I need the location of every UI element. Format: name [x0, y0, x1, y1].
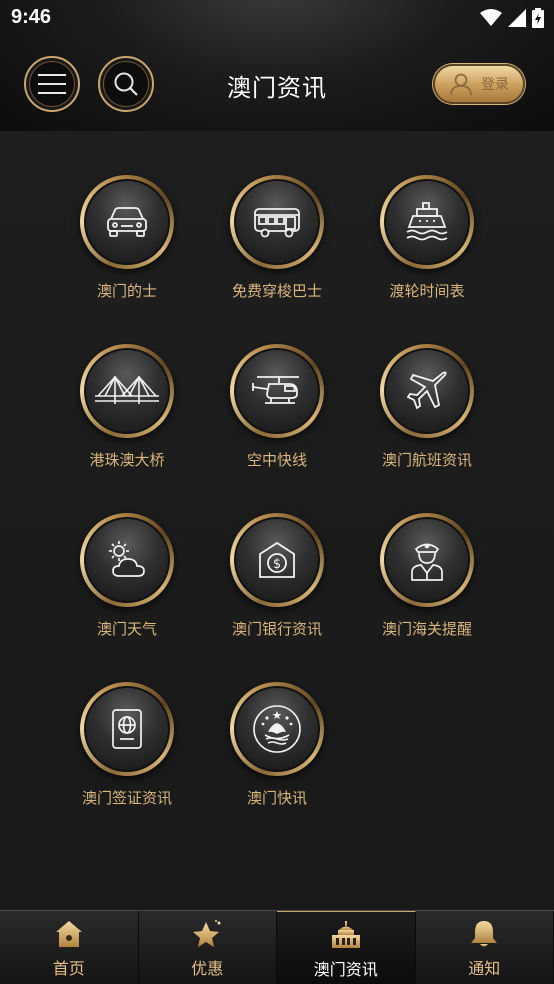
- tile-ring: [80, 344, 174, 438]
- tile-macau-taxi[interactable]: 澳门的士: [52, 175, 202, 325]
- tile-label: 空中快线: [246, 451, 307, 469]
- tile-macau-visa-info[interactable]: 澳门签证资讯: [52, 682, 202, 832]
- tab-notifications[interactable]: 通知: [416, 911, 554, 984]
- tile-label: 澳门航班资讯: [381, 451, 472, 469]
- status-time: 9:46: [11, 6, 52, 28]
- tab-label: 通知: [468, 959, 501, 978]
- tile-macau-flight-info[interactable]: 澳门航班资讯: [352, 344, 502, 494]
- app-header: 澳门资讯 登录: [0, 50, 554, 116]
- tile-label: 澳门快讯: [246, 789, 307, 807]
- bus-icon: [254, 208, 300, 238]
- tile-ring: $: [230, 513, 324, 607]
- tile-macau-bank-info[interactable]: $ 澳门银行资讯: [202, 513, 352, 663]
- customs-officer-icon: [411, 543, 443, 581]
- content-area: 澳门的士 免费穿梭巴士 渡轮时间表 港珠澳大桥 空中快线 澳门航班资讯 澳门天气…: [0, 131, 554, 910]
- airplane-icon: [406, 371, 447, 410]
- status-icons: [480, 8, 544, 28]
- building-icon: [331, 921, 360, 948]
- tile-hzmb-bridge[interactable]: 港珠澳大桥: [52, 344, 202, 494]
- tile-label: 澳门签证资讯: [81, 789, 172, 807]
- tile-macau-customs-reminder[interactable]: 澳门海关提醒: [352, 513, 502, 663]
- bridge-icon: [95, 376, 159, 404]
- signal-icon: [508, 9, 526, 27]
- weather-icon: [109, 541, 145, 577]
- top-bar: 9:46 澳门资讯 登录: [0, 0, 554, 131]
- tile-ring: [380, 344, 474, 438]
- tile-label: 澳门天气: [96, 620, 157, 638]
- tile-label: 澳门的士: [96, 282, 157, 300]
- tab-label: 优惠: [191, 959, 224, 978]
- login-label: 登录: [481, 77, 509, 93]
- tile-ring: [380, 513, 474, 607]
- tile-label: 澳门银行资讯: [231, 620, 322, 638]
- taxi-icon: [107, 207, 147, 237]
- tile-ring: [230, 682, 324, 776]
- macau-emblem-icon: [253, 705, 301, 753]
- tile-ring: [80, 513, 174, 607]
- tile-label: 渡轮时间表: [389, 282, 465, 300]
- login-button[interactable]: 登录: [433, 64, 525, 104]
- tab-macau-info[interactable]: 澳门资讯: [277, 911, 416, 984]
- tile-ring: [230, 344, 324, 438]
- bank-icon: $: [259, 541, 295, 578]
- tile-ring: [230, 175, 324, 269]
- tile-free-shuttle-bus[interactable]: 免费穿梭巴士: [202, 175, 352, 325]
- home-icon: [55, 921, 82, 947]
- tile-sky-shuttle[interactable]: 空中快线: [202, 344, 352, 494]
- tile-ring: [80, 682, 174, 776]
- status-bar: 9:46: [0, 0, 554, 38]
- tab-home[interactable]: 首页: [0, 911, 139, 984]
- tile-ring: [80, 175, 174, 269]
- passport-icon: [112, 709, 142, 749]
- tile-label: 港珠澳大桥: [89, 451, 165, 469]
- star-icon: [193, 920, 221, 947]
- tile-macau-news-flash[interactable]: 澳门快讯: [202, 682, 352, 832]
- user-icon: [450, 73, 472, 96]
- helicopter-icon: [252, 376, 299, 404]
- svg-text:$: $: [273, 557, 281, 572]
- tile-label: 澳门海关提醒: [381, 620, 472, 638]
- tile-label: 免费穿梭巴士: [231, 282, 322, 300]
- tab-offers[interactable]: 优惠: [139, 911, 277, 984]
- wifi-icon: [480, 9, 502, 26]
- bottom-tab-bar: 首页 优惠 澳门资讯 通知: [0, 910, 554, 984]
- bell-icon: [471, 921, 498, 947]
- tile-ring: [380, 175, 474, 269]
- tab-label: 首页: [52, 959, 85, 978]
- tile-macau-weather[interactable]: 澳门天气: [52, 513, 202, 663]
- battery-icon: [532, 8, 544, 28]
- tab-label: 澳门资讯: [313, 960, 378, 979]
- tile-ferry-schedule[interactable]: 渡轮时间表: [352, 175, 502, 325]
- ferry-icon: [406, 202, 448, 241]
